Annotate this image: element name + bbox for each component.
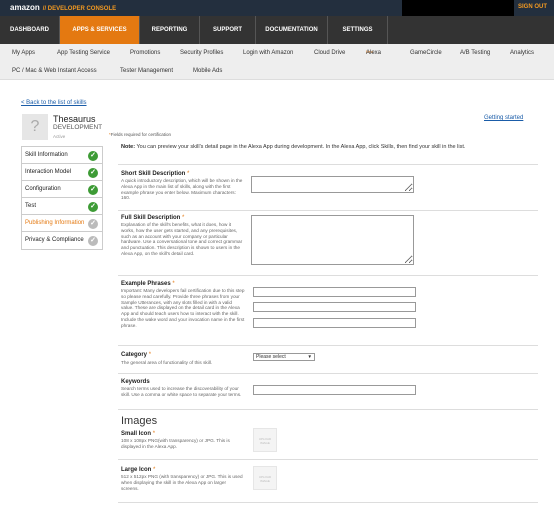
skill-stage: DEVELOPMENT xyxy=(53,124,103,131)
check-icon: ✓ xyxy=(88,168,98,178)
skill-status: Active xyxy=(53,134,66,139)
dropdown-arrow-icon: ▼ xyxy=(307,354,312,359)
divider xyxy=(118,164,538,165)
full-description-label: Full Skill Description * xyxy=(121,215,185,221)
sign-out-link[interactable]: SIGN OUT xyxy=(518,4,547,10)
subnav-mobile-ads[interactable]: Mobile Ads xyxy=(193,68,222,74)
amazon-logo[interactable]: amazon// DEVELOPER CONSOLE xyxy=(10,3,116,12)
subnav-ab-testing[interactable]: A/B Testing xyxy=(460,50,490,56)
divider xyxy=(118,459,538,460)
sidebar-item-label: Configuration xyxy=(25,186,61,192)
pending-check-icon: ✓ xyxy=(88,236,98,246)
check-icon: ✓ xyxy=(88,185,98,195)
skill-icon-placeholder: ? xyxy=(22,114,48,140)
back-to-skills-link[interactable]: < Back to the list of skills xyxy=(21,100,87,106)
category-select[interactable]: Please select ▼ xyxy=(253,353,315,361)
sub-nav: My Apps App Testing Service Promotions S… xyxy=(0,44,554,80)
nav-settings[interactable]: SETTINGS xyxy=(328,16,388,44)
subnav-my-apps[interactable]: My Apps xyxy=(12,50,35,56)
subnav-promotions[interactable]: Promotions xyxy=(130,50,160,56)
sidebar-item-privacy-compliance[interactable]: Privacy & Compliance ✓ xyxy=(22,232,102,249)
small-icon-label: Small Icon * xyxy=(121,431,156,437)
preview-note: Note: You can preview your skill's detai… xyxy=(121,144,539,152)
field-label-text: Category xyxy=(121,352,148,358)
short-description-label: Short Skill Description * xyxy=(121,171,190,177)
sidebar-item-label: Test xyxy=(25,203,37,209)
sidebar-item-skill-information[interactable]: Skill Information ✓ xyxy=(22,147,102,164)
divider xyxy=(118,345,538,346)
images-heading: Images xyxy=(121,415,158,427)
skill-steps-sidebar: Skill Information ✓ Interaction Model ✓ Co… xyxy=(21,146,103,250)
subnav-security-profiles[interactable]: Security Profiles xyxy=(180,50,223,56)
sidebar-item-label: Publishing Information xyxy=(25,220,85,226)
pending-check-icon: ✓ xyxy=(88,219,98,229)
subnav-instant-access[interactable]: PC / Mac & Web Instant Access xyxy=(12,68,97,74)
divider xyxy=(118,275,538,276)
nav-support[interactable]: SUPPORT xyxy=(200,16,256,44)
required-note: *Fields required for certification xyxy=(109,132,172,137)
note-text: You can preview your skill's detail page… xyxy=(135,144,466,150)
example-phrase-3-input[interactable] xyxy=(253,318,416,328)
field-label-text: Large Icon xyxy=(121,467,152,473)
subnav-app-testing[interactable]: App Testing Service xyxy=(57,50,110,56)
nav-reporting[interactable]: REPORTING xyxy=(140,16,200,44)
divider xyxy=(118,502,538,503)
field-label-text: Example Phrases xyxy=(121,281,171,287)
sidebar-item-publishing-information[interactable]: Publishing Information ✓ xyxy=(22,215,102,232)
logo-text: amazon xyxy=(10,3,40,12)
skill-name: Thesaurus xyxy=(53,114,96,124)
example-phrase-2-input[interactable] xyxy=(253,302,416,312)
keywords-label: Keywords xyxy=(121,379,150,385)
sidebar-item-interaction-model[interactable]: Interaction Model ✓ xyxy=(22,164,102,181)
nav-documentation[interactable]: DOCUMENTATION xyxy=(256,16,328,44)
divider xyxy=(118,210,538,211)
sidebar-item-test[interactable]: Test ✓ xyxy=(22,198,102,215)
example-phrases-label: Example Phrases * xyxy=(121,281,175,287)
short-description-help: A quick introductory description, which … xyxy=(121,178,243,201)
subnav-analytics[interactable]: Analytics xyxy=(510,50,534,56)
category-help: The general area of functionality of thi… xyxy=(121,360,213,365)
field-label-text: Short Skill Description xyxy=(121,171,186,177)
developer-console-label: // DEVELOPER CONSOLE xyxy=(42,6,117,12)
getting-started-link[interactable]: Getting started xyxy=(484,115,523,121)
subnav-tester-management[interactable]: Tester Management xyxy=(120,68,173,74)
check-icon: ✓ xyxy=(88,202,98,212)
note-label: Note: xyxy=(121,144,136,150)
large-icon-label: Large Icon * xyxy=(121,467,156,473)
keywords-input[interactable] xyxy=(253,385,416,395)
full-description-help: Explanation of the skill's benefits, wha… xyxy=(121,222,243,256)
required-note-text: Fields required for certification xyxy=(110,132,172,137)
main-nav: DASHBOARD APPS & SERVICES REPORTING SUPP… xyxy=(0,16,554,44)
sidebar-item-label: Privacy & Compliance xyxy=(25,237,84,243)
example-phrases-help: Important: Many developers fail certific… xyxy=(121,288,245,328)
short-description-input[interactable] xyxy=(251,176,414,193)
nav-dashboard[interactable]: DASHBOARD xyxy=(0,16,60,44)
divider xyxy=(118,373,538,374)
sidebar-item-configuration[interactable]: Configuration ✓ xyxy=(22,181,102,198)
nav-apps-services[interactable]: APPS & SERVICES xyxy=(60,16,140,44)
check-icon: ✓ xyxy=(88,151,98,161)
sidebar-item-label: Skill Information xyxy=(25,152,68,158)
subnav-cloud-drive[interactable]: Cloud Drive xyxy=(314,50,345,56)
large-icon-help: 512 x 512px PNG (with transparency) or J… xyxy=(121,474,243,491)
sidebar-item-label: Interaction Model xyxy=(25,169,72,175)
small-icon-upload[interactable]: UPLOAD IMAGE xyxy=(253,428,277,452)
keywords-help: Search terms used to increase the discov… xyxy=(121,386,242,397)
account-area xyxy=(402,0,514,16)
large-icon-upload[interactable]: UPLOAD IMAGE xyxy=(253,466,277,490)
example-phrase-1-input[interactable] xyxy=(253,287,416,297)
field-label-text: Full Skill Description xyxy=(121,215,181,221)
category-value: Please select xyxy=(256,354,286,360)
subnav-alexa[interactable]: Alexa New xyxy=(366,50,381,58)
small-icon-help: 108 x 108px PNG(with transparency) or JP… xyxy=(121,438,230,449)
category-label: Category * xyxy=(121,352,152,358)
divider xyxy=(118,409,538,410)
field-label-text: Small Icon xyxy=(121,431,152,437)
subnav-alexa-label: Alexa xyxy=(366,50,382,56)
full-description-input[interactable] xyxy=(251,215,414,265)
subnav-login-with-amazon[interactable]: Login with Amazon xyxy=(243,50,293,56)
top-bar: amazon// DEVELOPER CONSOLE SIGN OUT xyxy=(0,0,554,16)
subnav-gamecircle[interactable]: GameCircle xyxy=(410,50,442,56)
